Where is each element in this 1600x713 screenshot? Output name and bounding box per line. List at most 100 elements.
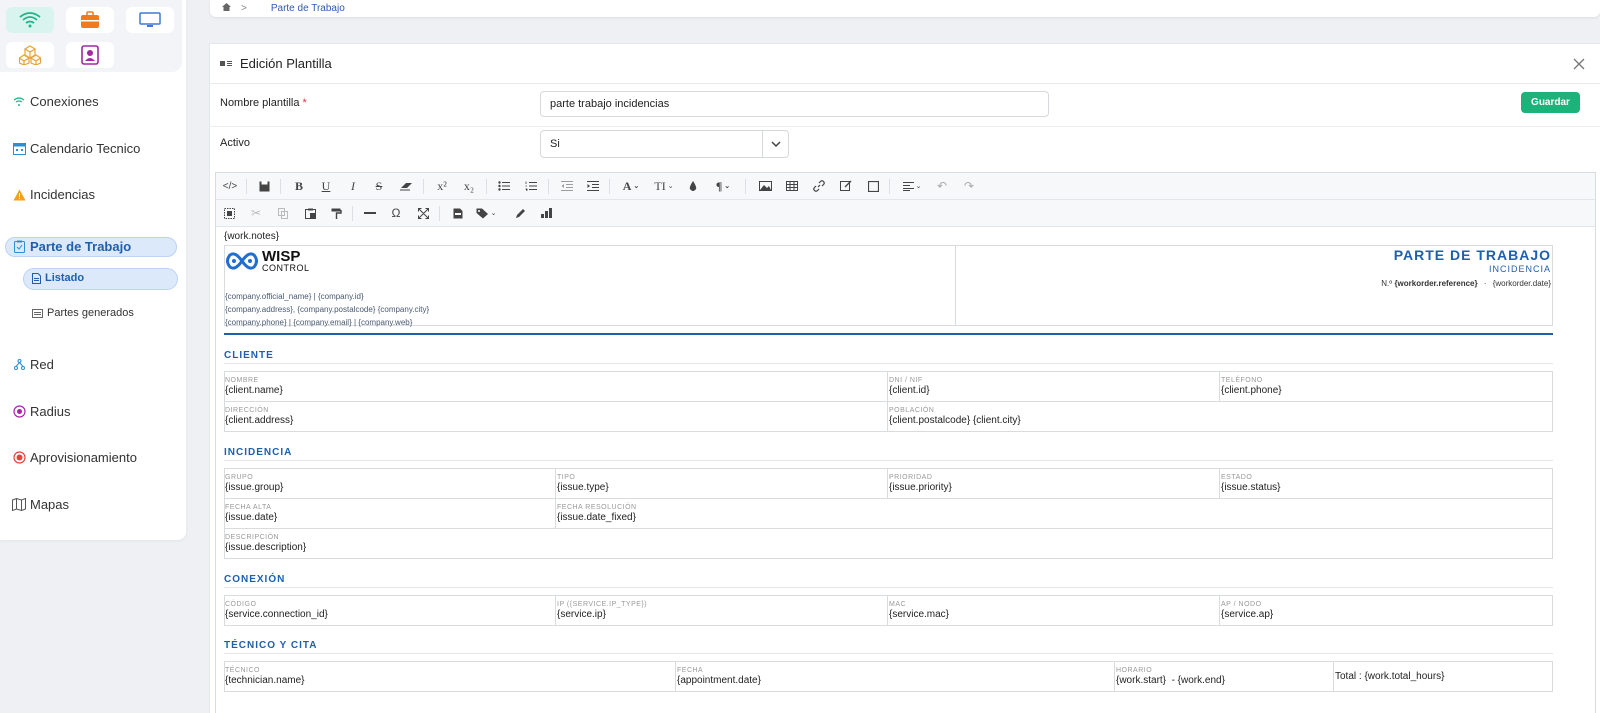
subscript-icon[interactable]: x₂ (461, 178, 477, 194)
sidebar-item-mapas[interactable]: Mapas (12, 497, 69, 512)
save-icon[interactable] (257, 178, 271, 194)
divider (210, 126, 1600, 127)
company-line-2: {company.address}, {company.postalcode} … (225, 305, 430, 314)
font-family-dropdown[interactable]: A ⌄ (619, 178, 643, 194)
section-cliente-title: CLIENTE (224, 350, 274, 361)
wifi-small-icon (12, 95, 26, 109)
breadcrumb-separator: > (241, 3, 247, 14)
template-name-input[interactable]: parte trabajo incidencias (540, 91, 1049, 117)
section-tecnico-title: TÉCNICO Y CITA (224, 640, 318, 651)
insert-link-icon[interactable] (812, 178, 826, 194)
copy-icon[interactable] (276, 205, 290, 221)
align-dropdown[interactable]: ⌄ (899, 178, 925, 194)
technician-name: {technician.name} (225, 675, 305, 686)
service-ap: {service.ap} (1221, 609, 1274, 620)
sidebar-item-label: Conexiones (30, 94, 99, 109)
monitor-icon[interactable] (126, 7, 174, 33)
fullscreen-icon[interactable] (416, 205, 430, 221)
cut-icon[interactable]: ✂ (249, 205, 263, 221)
logo-mark-icon (226, 252, 258, 270)
sidebar-item-label: Incidencias (30, 187, 96, 202)
save-button[interactable]: Guardar (1521, 92, 1580, 113)
briefcase-icon[interactable] (66, 7, 114, 33)
tag-dropdown[interactable]: ⌄ (473, 205, 499, 221)
special-char-icon[interactable]: Ω (389, 205, 403, 221)
panel-title: Edición Plantilla (240, 56, 332, 71)
chevron-down-icon[interactable] (762, 131, 788, 157)
sidebar: Conexiones Calendario Tecnico Incidencia… (0, 0, 186, 540)
superscript-icon[interactable]: x² (434, 178, 450, 194)
home-icon[interactable] (222, 3, 231, 14)
sidebar-subitem-label: Listado (45, 272, 85, 284)
name-label: Nombre plantilla * (220, 97, 307, 109)
breadcrumb: > Parte de Trabajo (210, 0, 1600, 17)
sidebar-item-incidencias[interactable]: Incidencias (12, 187, 95, 202)
code-view-icon[interactable]: </> (222, 178, 238, 194)
indent-icon[interactable] (586, 178, 600, 194)
cubes-icon[interactable] (6, 42, 54, 68)
eraser-icon[interactable] (398, 178, 414, 194)
sidebar-subitem-partes-generados[interactable]: Partes generados (31, 306, 134, 320)
format-painter-icon[interactable] (329, 205, 343, 221)
editor-toolbar-row-2: ✂ Ω ⌄ (216, 200, 1595, 227)
pencil-icon[interactable] (513, 205, 527, 221)
active-select-value: Si (550, 138, 560, 150)
warning-icon (12, 188, 26, 202)
strikethrough-icon[interactable]: S (372, 178, 386, 194)
sidebar-item-aprovisionamiento[interactable]: Aprovisionamiento (12, 450, 137, 465)
service-mac: {service.mac} (889, 609, 950, 620)
breadcrumb-current[interactable]: Parte de Trabajo (271, 3, 345, 14)
underline-icon[interactable]: U (319, 178, 333, 194)
outdent-icon[interactable] (560, 178, 574, 194)
sidebar-item-label: Parte de Trabajo (30, 239, 132, 254)
rich-text-editor[interactable]: </> B U I S x² x₂ A ⌄ TI ⌄ ¶ ⌄ ⌄ ↶ ↷ ✂ Ω… (215, 172, 1596, 713)
document-title: PARTE DE TRABAJO (1393, 247, 1551, 263)
font-size-dropdown[interactable]: TI ⌄ (651, 178, 677, 194)
insert-table-icon[interactable] (785, 178, 799, 194)
company-line-3: {company.phone} | {company.email} | {com… (225, 318, 413, 327)
undo-icon[interactable]: ↶ (935, 178, 949, 194)
text-color-icon[interactable] (686, 178, 700, 194)
sidebar-item-label: Calendario Tecnico (30, 141, 141, 156)
close-icon[interactable] (1572, 57, 1586, 71)
list-icon (31, 306, 43, 320)
radius-icon (12, 405, 26, 419)
insert-image-icon[interactable] (758, 178, 772, 194)
paragraph-format-dropdown[interactable]: ¶ ⌄ (710, 178, 736, 194)
sidebar-item-radius[interactable]: Radius (12, 404, 70, 419)
document-reference: N.º {workorder.reference} · {workorder.d… (1381, 279, 1551, 288)
template-edit-icon (220, 56, 232, 71)
network-icon (12, 358, 26, 372)
pdf-icon[interactable] (451, 205, 465, 221)
clipboard-icon (12, 240, 26, 254)
frame-icon[interactable] (866, 178, 880, 194)
provisioning-icon (12, 451, 26, 465)
horizontal-rule-icon[interactable] (363, 205, 377, 221)
client-phone: {client.phone} (1221, 385, 1282, 396)
italic-icon[interactable]: I (346, 178, 360, 194)
issue-group: {issue.group} (225, 482, 284, 493)
work-notes: {work.notes} (224, 231, 280, 242)
edit-box-icon[interactable] (839, 178, 853, 194)
select-all-icon[interactable] (222, 205, 236, 221)
bullet-list-icon[interactable] (497, 178, 511, 194)
sidebar-item-calendario[interactable]: Calendario Tecnico (12, 141, 140, 156)
paste-icon[interactable] (303, 205, 317, 221)
service-connection-id: {service.connection_id} (225, 609, 328, 620)
appointment-date: {appointment.date} (677, 675, 761, 686)
user-badge-icon[interactable] (66, 42, 114, 68)
wifi-icon[interactable] (6, 7, 54, 33)
ordered-list-icon[interactable] (524, 178, 538, 194)
sidebar-item-parte-trabajo[interactable]: Parte de Trabajo (12, 239, 131, 254)
sidebar-item-label: Aprovisionamiento (30, 450, 137, 465)
bold-icon[interactable]: B (292, 178, 306, 194)
active-select[interactable]: Si (540, 130, 789, 158)
sidebar-item-conexiones[interactable]: Conexiones (12, 94, 99, 109)
map-icon (12, 498, 26, 512)
chart-icon[interactable] (540, 205, 554, 221)
redo-icon[interactable]: ↷ (962, 178, 976, 194)
sidebar-item-red[interactable]: Red (12, 357, 54, 372)
panel-header: Edición Plantilla (210, 44, 1600, 84)
edit-template-panel: Edición Plantilla Nombre plantilla * par… (209, 43, 1600, 713)
sidebar-subitem-listado[interactable]: Listado (31, 271, 84, 285)
